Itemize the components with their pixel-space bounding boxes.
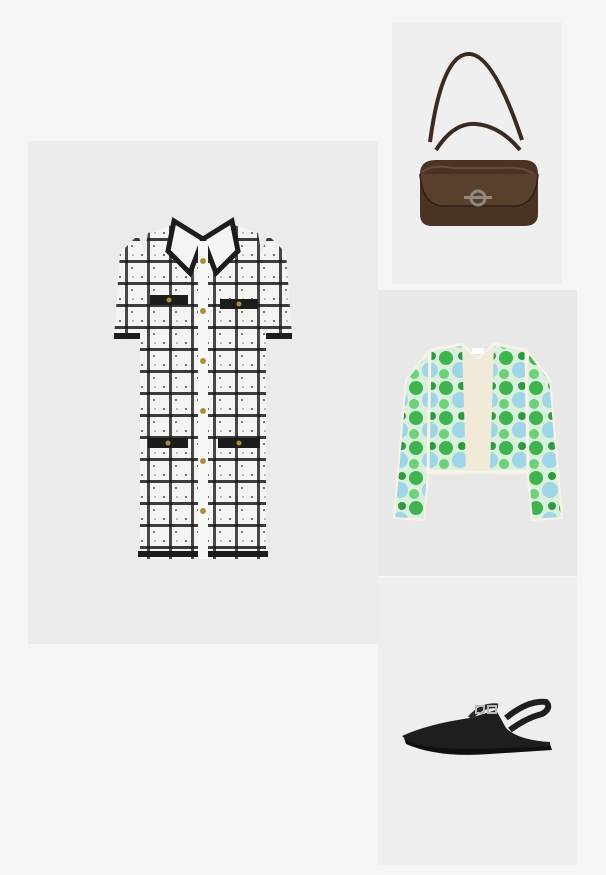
shoe-product-tile[interactable]	[378, 578, 577, 865]
floral-jacket-image	[392, 342, 564, 522]
dress-product-tile[interactable]	[28, 141, 378, 644]
outfit-board: { "board": { "items": [ { "id": "dress",…	[0, 0, 606, 875]
shoulder-bag-image	[419, 52, 539, 226]
tweed-dress-image	[114, 216, 292, 559]
jacket-product-tile[interactable]	[378, 290, 577, 576]
bag-product-tile[interactable]	[392, 22, 562, 284]
slingback-flat-image	[402, 698, 552, 755]
